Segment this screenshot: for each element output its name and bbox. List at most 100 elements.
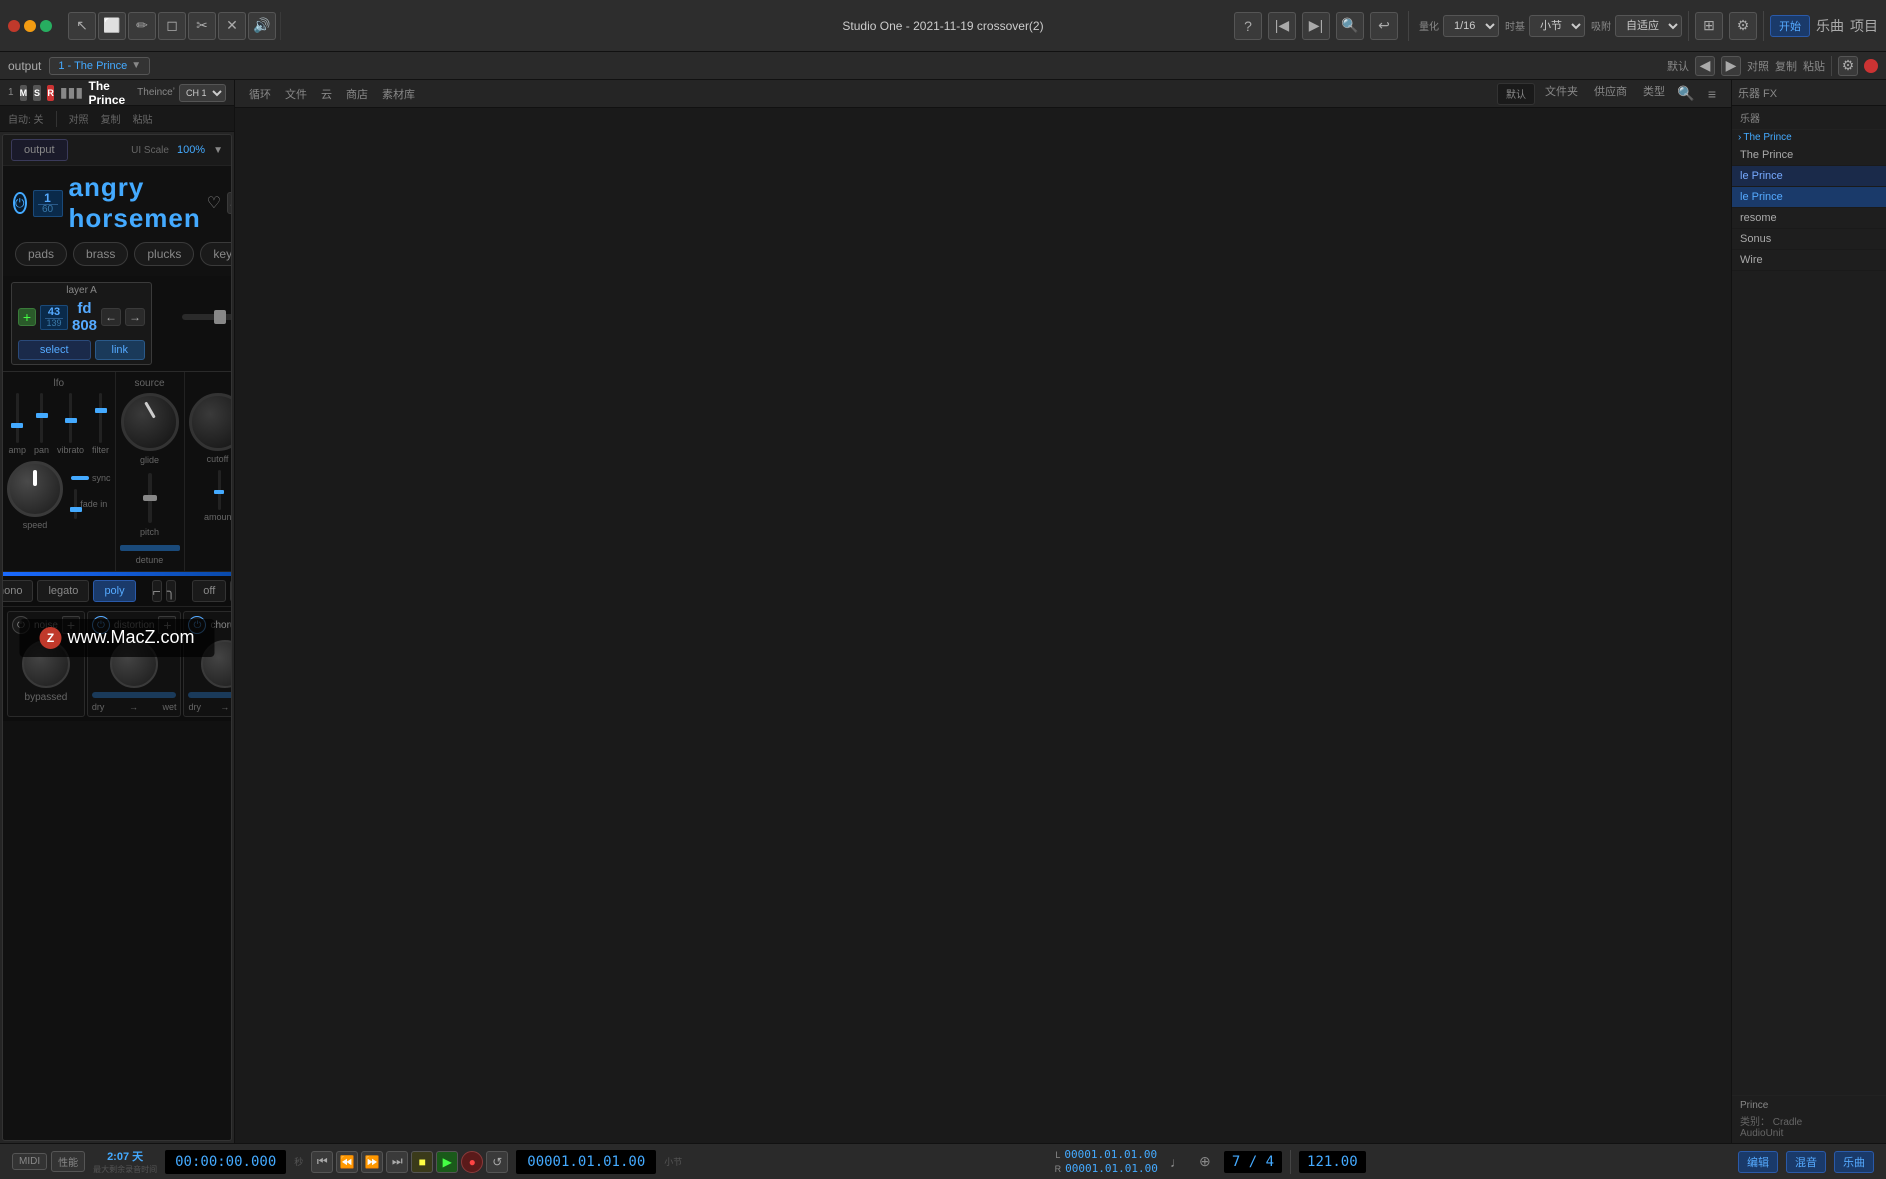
record-arm-btn[interactable]: R [47, 85, 55, 101]
lfo-vibrato-track[interactable] [69, 393, 72, 443]
sidebar-item-le-prince2[interactable]: le Prince [1732, 187, 1886, 208]
cutoff-knob[interactable] [189, 393, 232, 451]
noise-add-btn[interactable]: + [62, 616, 80, 634]
quantize-select[interactable]: 1/16 [1443, 15, 1499, 37]
layer-a-prev-btn[interactable]: ← [101, 308, 121, 326]
lfo-pan-track[interactable] [40, 393, 43, 443]
detune-bar[interactable] [120, 545, 180, 551]
start-btn[interactable]: 开始 [1770, 15, 1810, 37]
close-plugin-btn[interactable] [1864, 59, 1878, 73]
loop-menu-item[interactable]: 循环 [243, 86, 277, 102]
settings-btn[interactable]: ⚙ [1729, 12, 1757, 40]
new-song-btn[interactable]: 乐曲 [1834, 1151, 1874, 1173]
select-tool-btn[interactable]: ⬜ [98, 12, 126, 40]
cat-plucks[interactable]: plucks [134, 242, 194, 266]
glide-knob[interactable] [121, 393, 179, 451]
noise-power-btn[interactable]: ⏻ [12, 616, 30, 634]
filter-amount-track[interactable] [218, 470, 221, 510]
pencil-tool-btn[interactable]: ✏ [128, 12, 156, 40]
prev-btn2[interactable]: ⏪ [336, 1151, 358, 1173]
rw-btn[interactable]: ⏮ [311, 1151, 333, 1173]
heart-btn[interactable]: ♡ [207, 193, 221, 213]
blend-slider[interactable] [182, 314, 232, 320]
play-btn[interactable]: ▶ [436, 1151, 458, 1173]
maximize-window-btn[interactable] [40, 20, 52, 32]
loop-tool-btn[interactable]: ↩ [1370, 12, 1398, 40]
mute-tool-btn[interactable]: ✕ [218, 12, 246, 40]
sync-btn[interactable]: ⊕ [1194, 1151, 1216, 1173]
minimize-window-btn[interactable] [24, 20, 36, 32]
edit-btn[interactable]: 编辑 [1738, 1151, 1778, 1173]
close-window-btn[interactable] [8, 20, 20, 32]
sidebar-item-le-prince[interactable]: le Prince [1732, 166, 1886, 187]
metronome-btn[interactable]: ♩ [1166, 1151, 1188, 1173]
zoom-btn[interactable]: 🔍 [1336, 12, 1364, 40]
fade-track[interactable] [74, 489, 77, 519]
next-btn[interactable]: ▶| [1302, 12, 1330, 40]
off-btn[interactable]: off [192, 580, 226, 602]
eraser-tool-btn[interactable]: ◻ [158, 12, 186, 40]
pitch-select[interactable]: 自适应 [1615, 15, 1682, 37]
new-preset-btn[interactable]: 默认 [1497, 83, 1535, 105]
mute-btn[interactable]: M [20, 85, 28, 101]
song-btn[interactable]: 乐曲 [1816, 12, 1844, 40]
next-btn2[interactable]: ⏭ [386, 1151, 408, 1173]
layer-link-btn[interactable]: link [95, 340, 146, 360]
legato-btn[interactable]: legato [37, 580, 89, 602]
perf-btn[interactable]: 性能 [51, 1151, 85, 1172]
solo-btn[interactable]: S [33, 85, 41, 101]
cat-brass[interactable]: brass [73, 242, 128, 266]
speed-knob[interactable] [7, 461, 63, 517]
resources-menu-item[interactable]: 素材库 [376, 86, 421, 102]
shop-menu-item[interactable]: 商店 [340, 86, 374, 102]
chorus-power-btn[interactable]: ⏻ [188, 616, 206, 634]
curve1-btn[interactable]: ⌐ [152, 580, 162, 602]
sidebar-item-the-prince[interactable]: The Prince [1732, 145, 1886, 166]
preset-breadcrumb[interactable]: 1 - The Prince ▼ [49, 57, 150, 75]
noise-knob[interactable] [22, 640, 70, 688]
question-btn[interactable]: ? [1234, 12, 1262, 40]
output-btn[interactable]: output [11, 139, 68, 161]
cloud-menu-item[interactable]: 云 [315, 86, 338, 102]
dist-power-btn[interactable]: ⏻ [92, 616, 110, 634]
stop-btn[interactable]: ■ [411, 1151, 433, 1173]
prev-preset-nav-btn[interactable]: ← [227, 192, 232, 214]
type-btn[interactable]: 类型 [1637, 83, 1671, 105]
search-icon[interactable]: 🔍 [1675, 83, 1697, 105]
record-btn[interactable]: ● [461, 1151, 483, 1173]
poly-btn[interactable]: poly [93, 580, 135, 602]
cat-pads[interactable]: pads [15, 242, 67, 266]
midi-btn[interactable]: MIDI [12, 1153, 47, 1170]
lfo-filter-track[interactable] [99, 393, 102, 443]
dist-add-btn[interactable]: + [158, 616, 176, 634]
layer-a-add-btn[interactable]: + [18, 308, 36, 326]
prev-preset-btn[interactable]: ◀ [1695, 56, 1715, 76]
time-select[interactable]: 小节 [1529, 15, 1585, 37]
mix-btn[interactable]: 混音 [1786, 1151, 1826, 1173]
sidebar-item-resome[interactable]: resome [1732, 208, 1886, 229]
project-btn[interactable]: 项目 [1850, 12, 1878, 40]
layer-a-select-btn[interactable]: select [18, 340, 91, 360]
mono-btn[interactable]: mono [2, 580, 33, 602]
grid-btn[interactable]: ⊞ [1695, 12, 1723, 40]
pitch-track[interactable] [148, 473, 152, 523]
list-icon[interactable]: ≡ [1701, 83, 1723, 105]
sidebar-item-sonus[interactable]: Sonus [1732, 229, 1886, 250]
vendor-btn[interactable]: 供应商 [1588, 83, 1633, 105]
volume-tool-btn[interactable]: 🔊 [248, 12, 276, 40]
layer-a-next-btn[interactable]: → [125, 308, 145, 326]
cut-tool-btn[interactable]: ✂ [188, 12, 216, 40]
ff-btn2[interactable]: ⏩ [361, 1151, 383, 1173]
cat-keys[interactable]: keys [200, 242, 232, 266]
file-menu-item[interactable]: 文件 [279, 86, 313, 102]
arrow-tool-btn[interactable]: ↖ [68, 12, 96, 40]
dist-knob[interactable] [110, 640, 158, 688]
next-preset-btn[interactable]: ▶ [1721, 56, 1741, 76]
lfo-amp-track[interactable] [16, 393, 19, 443]
curve2-btn[interactable]: ╮ [166, 580, 176, 602]
channel-select[interactable]: CH 1 [179, 84, 226, 102]
sidebar-item-wire[interactable]: Wire [1732, 250, 1886, 271]
pct50-btn[interactable]: 50% [230, 580, 232, 602]
plugin-power-btn[interactable]: ⏻ [13, 192, 27, 214]
prev-btn[interactable]: |◀ [1268, 12, 1296, 40]
